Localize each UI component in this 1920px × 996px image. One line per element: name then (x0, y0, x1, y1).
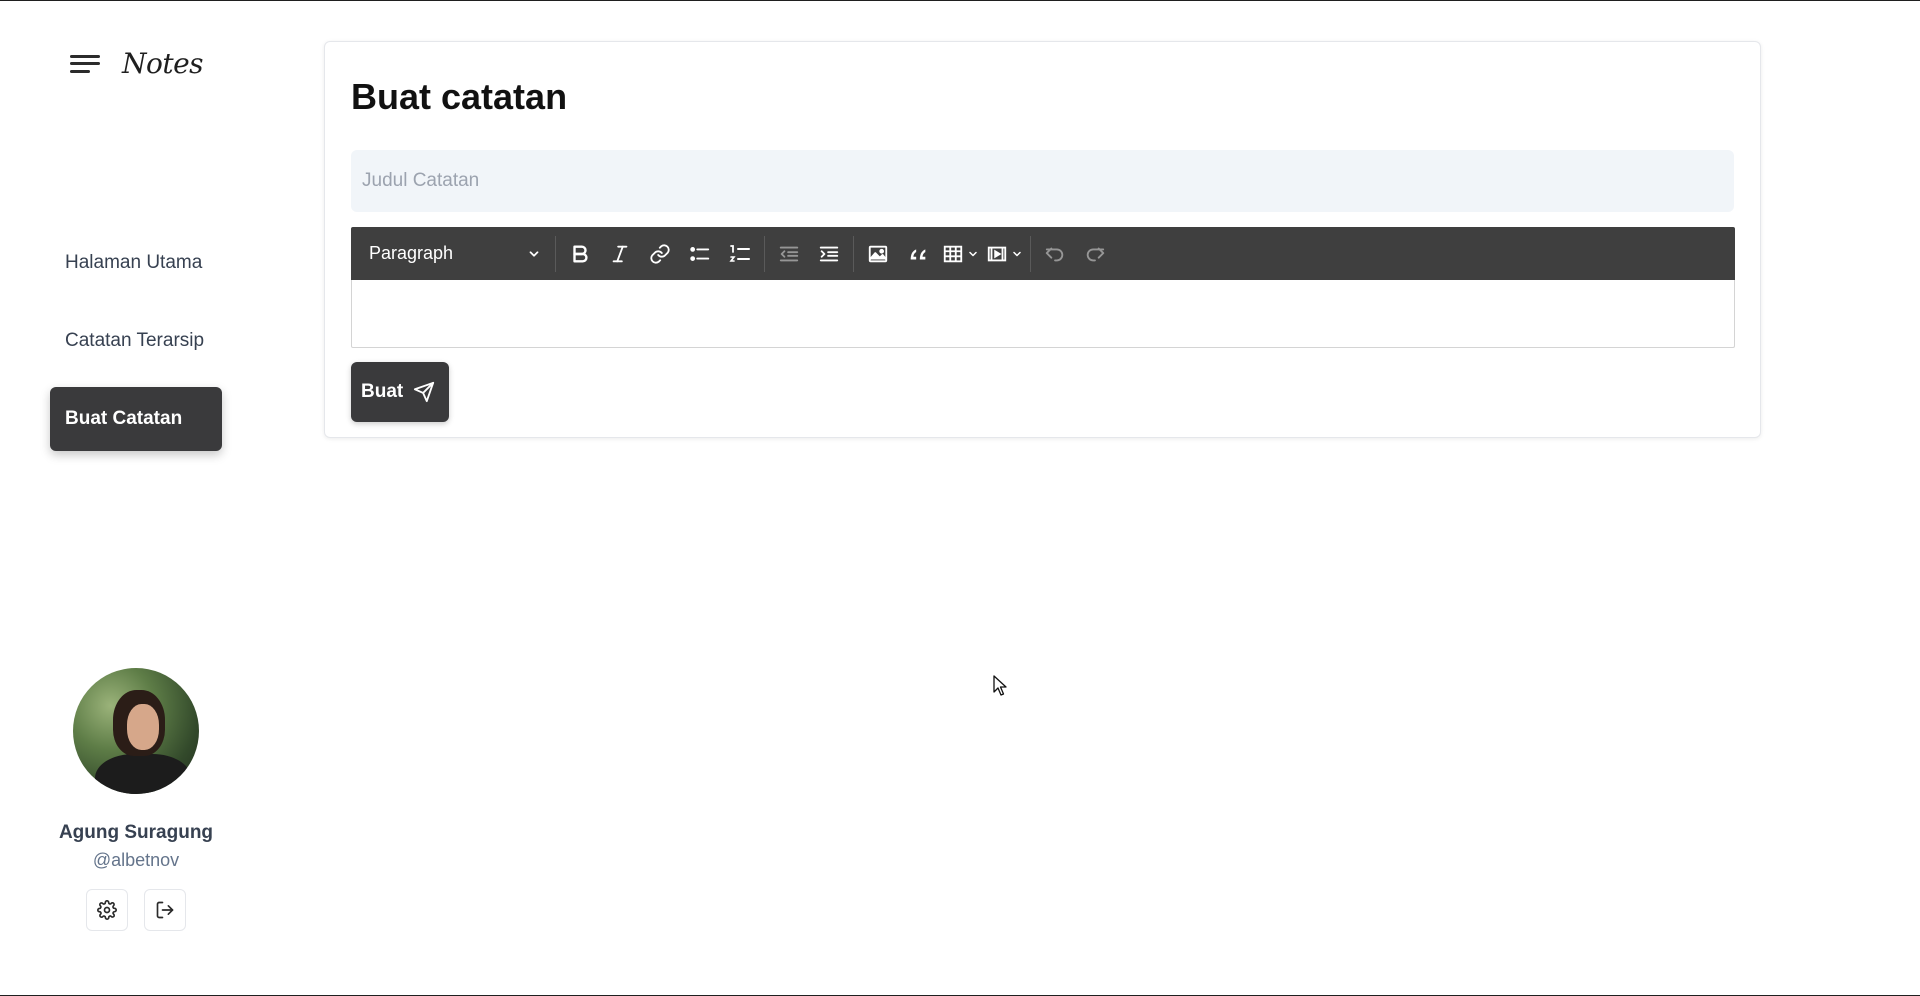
media-icon (987, 246, 1007, 261)
user-name: Agung Suragung (58, 822, 214, 843)
send-icon (414, 381, 435, 403)
redo-icon (1086, 247, 1105, 261)
sidebar-nav: Halaman Utama Catatan Terarsip Buat Cata… (50, 231, 222, 451)
brand: Notes (70, 47, 204, 80)
user-profile: Agung Suragung @albetnov (0, 668, 272, 931)
hamburger-menu-icon[interactable] (70, 52, 100, 76)
indent-button[interactable] (809, 234, 849, 274)
page-title: Buat catatan (351, 76, 568, 117)
gear-icon (97, 900, 117, 920)
table-icon (943, 245, 963, 262)
avatar (73, 668, 199, 794)
undo-icon (1045, 247, 1064, 261)
sidebar-item-buat-catatan[interactable]: Buat Catatan (50, 387, 222, 451)
toolbar-separator (555, 235, 556, 272)
outdent-button[interactable] (769, 234, 809, 274)
create-note-card: Buat catatan Paragraph (324, 41, 1761, 438)
numbered-list-button[interactable] (720, 234, 760, 274)
redo-button[interactable] (1075, 234, 1115, 274)
sidebar-item-catatan-terarsip[interactable]: Catatan Terarsip (50, 309, 222, 373)
indent-icon (819, 246, 839, 261)
app-logo-text: Notes (122, 47, 204, 80)
sidebar: Notes Halaman Utama Catatan Terarsip Bua… (0, 1, 272, 995)
create-note-button[interactable]: Buat (351, 362, 450, 422)
insert-table-button[interactable] (938, 234, 982, 274)
note-body-editor[interactable] (351, 280, 1735, 348)
editor-toolbar: Paragraph (351, 227, 1735, 280)
undo-button[interactable] (1035, 234, 1075, 274)
outdent-icon (779, 246, 799, 261)
logout-button[interactable] (144, 889, 186, 931)
profile-actions (86, 889, 186, 931)
bold-button[interactable] (560, 234, 600, 274)
link-icon (650, 243, 670, 264)
paragraph-format-select[interactable]: Paragraph (359, 234, 551, 274)
italic-button[interactable] (600, 234, 640, 274)
italic-icon (612, 245, 628, 262)
create-note-button-label: Buat (361, 381, 404, 402)
mouse-cursor-icon (993, 675, 1007, 696)
sidebar-item-halaman-utama[interactable]: Halaman Utama (50, 231, 222, 295)
app-window: Notes Halaman Utama Catatan Terarsip Bua… (0, 0, 1920, 996)
numbered-list-icon (729, 244, 750, 262)
logout-icon (156, 901, 174, 919)
blockquote-button[interactable] (898, 234, 938, 274)
toolbar-separator (764, 235, 765, 272)
quote-icon (910, 248, 926, 259)
link-button[interactable] (640, 234, 680, 274)
bold-icon (573, 244, 588, 263)
bulleted-list-icon (690, 246, 710, 261)
chevron-down-icon (529, 250, 539, 257)
chevron-down-icon (1013, 251, 1021, 256)
insert-image-button[interactable] (858, 234, 898, 274)
insert-media-button[interactable] (982, 234, 1026, 274)
chevron-down-icon (969, 251, 977, 256)
toolbar-separator (853, 235, 854, 272)
note-title-input[interactable] (351, 150, 1734, 212)
format-select-value: Paragraph (369, 243, 454, 263)
image-icon (868, 245, 888, 262)
toolbar-separator (1030, 235, 1031, 272)
user-handle: @albetnov (92, 850, 180, 870)
bulleted-list-button[interactable] (680, 234, 720, 274)
settings-button[interactable] (86, 889, 128, 931)
